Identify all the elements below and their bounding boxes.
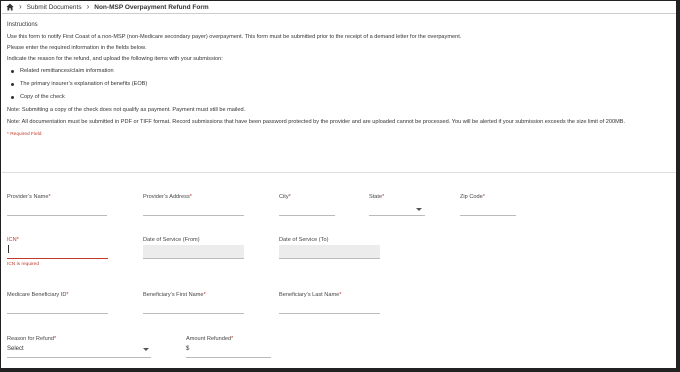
text-cursor <box>8 245 9 253</box>
date-of-service-from-input[interactable] <box>143 245 244 259</box>
reason-for-refund-value: Select <box>7 346 24 352</box>
reason-for-refund-select[interactable]: Reason for Refund* Select <box>7 335 151 359</box>
providers-name-input[interactable] <box>7 215 107 216</box>
instructions-paragraph: Indicate the reason for the refund, and … <box>7 56 223 63</box>
date-of-service-to-field[interactable]: Date of Service (To) <box>279 236 380 260</box>
date-of-service-to-label: Date of Service (To) <box>279 237 329 243</box>
chevron-down-icon[interactable] <box>143 348 149 351</box>
list-item: Related remittances/claim information <box>11 68 672 75</box>
icn-input[interactable] <box>7 258 108 259</box>
date-of-service-from-field[interactable]: Date of Service (From) <box>143 236 244 260</box>
list-item: Copy of the check <box>11 94 672 101</box>
instructions-section: Instructions Use this form to notify Fir… <box>7 22 672 138</box>
providers-address-label: Provider’s Address <box>143 194 190 200</box>
amount-refunded-value: $ <box>186 346 190 352</box>
amount-refunded-field[interactable]: Amount Refunded* $ <box>186 335 271 359</box>
header-divider <box>2 13 676 14</box>
instructions-paragraph: Use this form to notify First Coast of a… <box>7 33 462 40</box>
state-label: State <box>369 194 383 200</box>
note-documentation: Note: All documentation must be submitte… <box>7 118 626 125</box>
state-select[interactable]: State* <box>369 193 425 217</box>
providers-name-field[interactable]: Provider’s Name* <box>7 193 107 217</box>
reason-for-refund-input[interactable] <box>7 357 151 358</box>
home-icon[interactable] <box>6 3 14 11</box>
reason-for-refund-label: Reason for Refund <box>7 336 54 342</box>
beneficiary-last-name-label: Beneficiary’s Last Name <box>279 292 340 298</box>
amount-refunded-input[interactable] <box>186 357 271 358</box>
chevron-right-icon: › <box>86 2 90 11</box>
beneficiary-first-name-label: Beneficiary’s First Name <box>143 292 204 298</box>
beneficiary-first-name-input[interactable] <box>143 313 244 314</box>
instructions-title: Instructions <box>7 22 38 28</box>
state-input[interactable] <box>369 215 425 216</box>
zip-code-field[interactable]: Zip Code* <box>460 193 516 217</box>
providers-address-field[interactable]: Provider’s Address* <box>143 193 244 217</box>
zip-code-input[interactable] <box>460 215 516 216</box>
providers-address-input[interactable] <box>143 215 244 216</box>
medicare-beneficiary-id-field[interactable]: Medicare Beneficiary ID* <box>7 291 108 315</box>
medicare-beneficiary-id-input[interactable] <box>7 313 108 314</box>
required-field-note: * Required Field <box>7 131 42 137</box>
city-field[interactable]: City* <box>279 193 335 217</box>
chevron-right-icon: › <box>19 2 22 11</box>
amount-refunded-label: Amount Refunded <box>186 336 232 342</box>
icn-field[interactable]: ICN* <box>7 236 108 260</box>
instructions-paragraph: Please enter the required information in… <box>7 45 147 52</box>
breadcrumb-current-page: Non-MSP Overpayment Refund Form <box>94 3 209 11</box>
breadcrumb-submit-documents[interactable]: Submit Documents <box>27 4 82 11</box>
icn-error-message: ICN is required <box>7 262 39 267</box>
required-items-list: Related remittances/claim information Th… <box>11 68 672 102</box>
city-input[interactable] <box>279 215 335 216</box>
bullet-icon <box>11 96 14 100</box>
bullet-icon <box>11 82 14 86</box>
beneficiary-last-name-input[interactable] <box>279 313 380 314</box>
list-item: The primary insurer’s explanation of ben… <box>11 81 672 88</box>
medicare-beneficiary-id-label: Medicare Beneficiary ID <box>7 292 67 298</box>
beneficiary-first-name-field[interactable]: Beneficiary’s First Name* <box>143 291 244 315</box>
providers-name-label: Provider’s Name <box>7 194 49 200</box>
icn-label: ICN <box>7 237 17 243</box>
breadcrumb: › Submit Documents › Non-MSP Overpayment… <box>6 2 209 12</box>
chevron-down-icon[interactable] <box>416 208 422 211</box>
section-divider <box>2 172 676 173</box>
note-check: Note: Submitting a copy of the check doe… <box>7 107 246 114</box>
bullet-icon <box>11 69 14 73</box>
beneficiary-last-name-field[interactable]: Beneficiary’s Last Name* <box>279 291 380 315</box>
date-of-service-to-input[interactable] <box>279 245 380 259</box>
city-label: City <box>279 194 289 200</box>
zip-code-label: Zip Code <box>460 194 483 200</box>
date-of-service-from-label: Date of Service (From) <box>143 237 200 243</box>
